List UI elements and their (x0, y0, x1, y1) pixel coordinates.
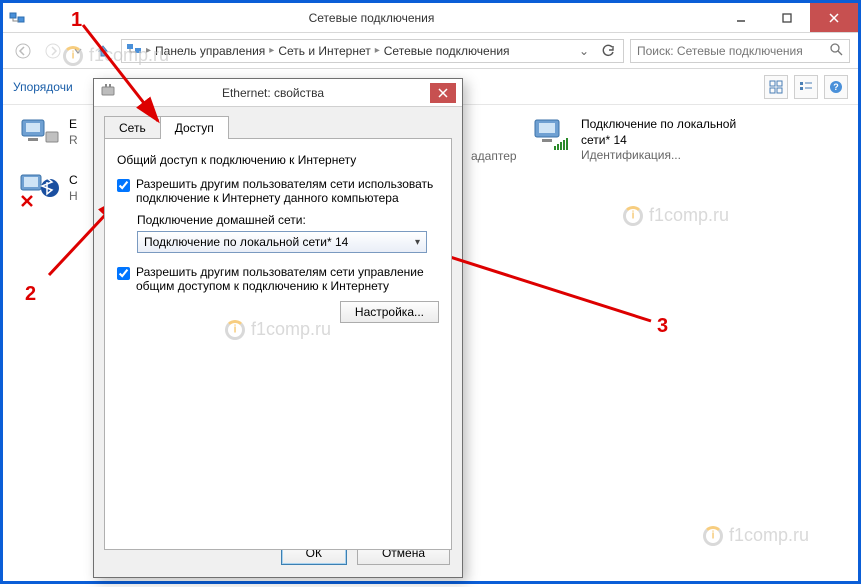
app-icon (9, 10, 25, 26)
chevron-right-icon: ▸ (375, 45, 380, 56)
minimize-button[interactable] (718, 3, 764, 32)
view-tiles-button[interactable] (764, 75, 788, 99)
settings-button[interactable]: Настройка... (340, 301, 439, 323)
group-title: Общий доступ к подключению к Интернету (117, 153, 439, 167)
organize-menu[interactable]: Упорядочи (13, 80, 73, 94)
checkbox-input[interactable] (117, 267, 130, 280)
checkbox-input[interactable] (117, 179, 130, 192)
annotation-number-2: 2 (25, 283, 36, 306)
chevron-down-icon: ▾ (415, 237, 420, 248)
connection-label: Подключение по локальной (581, 117, 736, 133)
view-details-button[interactable] (794, 75, 818, 99)
search-box[interactable] (630, 39, 850, 63)
tab-page-sharing: Общий доступ к подключению к Интернету Р… (104, 138, 452, 550)
watermark: f1comp.ru (623, 205, 729, 226)
breadcrumb[interactable]: ▸ Сеть и Интернет (269, 44, 370, 58)
close-button[interactable] (810, 3, 858, 32)
connection-sublabel: Н (69, 189, 78, 205)
checkbox-allow-control[interactable]: Разрешить другим пользователям сети упра… (117, 265, 439, 293)
window-controls (718, 3, 858, 32)
dialog-tabs: Сеть Доступ (104, 116, 452, 139)
annotation-number-1: 1 (71, 9, 82, 32)
watermark: f1comp.ru (225, 319, 331, 340)
tab-network[interactable]: Сеть (104, 116, 161, 139)
forward-button[interactable] (41, 39, 65, 63)
chevron-right-icon: ▸ (269, 45, 274, 56)
watermark: f1comp.ru (63, 45, 169, 66)
annotation-number-3: 3 (657, 315, 668, 338)
lan-icon (531, 117, 573, 153)
ethernet-icon (19, 117, 61, 153)
properties-dialog: Ethernet: свойства Сеть Доступ Общий дос… (93, 78, 463, 578)
bluetooth-icon (19, 173, 61, 209)
address-bar[interactable]: ▸ Панель управления ▸ Сеть и Интернет ▸ Сет… (121, 39, 624, 63)
dialog-close-button[interactable] (430, 83, 456, 103)
connection-label: E (69, 117, 78, 133)
connection-label: С (69, 173, 78, 189)
home-connection-label: Подключение домашней сети: (137, 213, 439, 227)
search-icon[interactable] (830, 43, 843, 59)
titlebar: Сетевые подключения (3, 3, 858, 33)
back-button[interactable] (11, 39, 35, 63)
connection-label: сети* 14 (581, 133, 736, 149)
tab-sharing[interactable]: Доступ (160, 116, 229, 139)
checkbox-label: Разрешить другим пользователям сети испо… (136, 177, 439, 205)
connection-item-bluetooth[interactable]: С Н (19, 173, 78, 209)
refresh-button[interactable] (597, 44, 619, 58)
dialog-titlebar: Ethernet: свойства (94, 79, 462, 107)
connection-sublabel: R (69, 133, 78, 149)
home-connection-combo[interactable]: Подключение по локальной сети* 14 ▾ (137, 231, 427, 253)
svg-text:?: ? (833, 82, 839, 92)
connection-status: Идентификация... (581, 148, 736, 164)
breadcrumb-label: Сетевые подключения (384, 44, 510, 58)
connection-item-ethernet[interactable]: E R (19, 117, 78, 153)
watermark: f1comp.ru (703, 525, 809, 546)
checkbox-allow-share[interactable]: Разрешить другим пользователям сети испо… (117, 177, 439, 205)
combo-value: Подключение по локальной сети* 14 (144, 235, 348, 249)
breadcrumb-label: Панель управления (155, 44, 265, 58)
dialog-title: Ethernet: свойства (122, 86, 424, 100)
checkbox-label: Разрешить другим пользователям сети упра… (136, 265, 439, 293)
adapter-fragment: адаптер (471, 149, 517, 163)
breadcrumb-label: Сеть и Интернет (278, 44, 370, 58)
search-input[interactable] (637, 44, 824, 58)
view-controls: ? (764, 75, 848, 99)
breadcrumb[interactable]: ▸ Сетевые подключения (375, 44, 510, 58)
titlebar-left (9, 10, 25, 26)
address-dropdown[interactable]: ⌄ (575, 44, 593, 58)
help-button[interactable]: ? (824, 75, 848, 99)
maximize-button[interactable] (764, 3, 810, 32)
connection-item-lan[interactable]: Подключение по локальной сети* 14 Иденти… (531, 117, 736, 164)
window-title: Сетевые подключения (25, 11, 718, 25)
adapter-icon (100, 83, 116, 102)
